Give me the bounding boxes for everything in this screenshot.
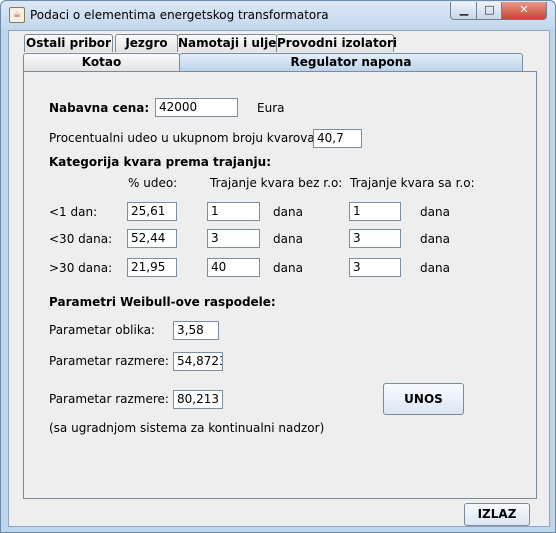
unit-label: dana [273, 261, 303, 275]
nabavna-cena-unit: Eura [257, 101, 285, 115]
izlaz-button[interactable]: IZLAZ [464, 503, 530, 526]
unit-label: dana [273, 232, 303, 246]
sa-ro-input-lt30[interactable]: 3 [349, 229, 401, 248]
tab-kotao[interactable]: Kotao [23, 53, 180, 71]
row-label-gt30: >30 dana: [49, 261, 113, 275]
unit-label: dana [420, 205, 450, 219]
udeo-input-gt30[interactable]: 21,95 [127, 258, 177, 277]
bez-ro-input-gt30[interactable]: 40 [207, 258, 260, 277]
window-title: Podaci o elementima energetskog transfor… [30, 8, 329, 22]
sa-ro-input-lt1[interactable]: 1 [349, 202, 401, 221]
bez-ro-input-lt1[interactable]: 1 [207, 202, 260, 221]
nadzor-note: (sa ugradnjom sistema za kontinualni nad… [49, 421, 325, 435]
col-udeo-header: % udeo: [128, 176, 178, 190]
parametar-oblika-label: Parametar oblika: [49, 323, 155, 337]
maximize-button[interactable]: □ [476, 2, 503, 20]
tab-jezgro[interactable]: Jezgro [115, 34, 178, 52]
parametar-razmere-label: Parametar razmere: [49, 354, 169, 368]
parametar-razmere-nadzor-input[interactable]: 80,213 [173, 390, 223, 409]
tab-provodni-izolatori[interactable]: Provodni izolatori [276, 34, 397, 52]
udeo-kvarova-label: Procentualni udeo u ukupnom broju kvarov… [49, 131, 319, 145]
nabavna-cena-input[interactable]: 42000 [155, 98, 238, 117]
tab-content-panel: Nabavna cena: 42000 Eura Procentualni ud… [23, 71, 537, 499]
parametar-oblika-input[interactable]: 3,58 [173, 321, 219, 340]
bez-ro-input-lt30[interactable]: 3 [207, 229, 260, 248]
row-label-lt1: <1 dan: [49, 205, 98, 219]
nabavna-cena-label: Nabavna cena: [49, 101, 150, 115]
parametar-razmere-input[interactable]: 54,8723 [173, 352, 223, 371]
kategorija-heading: Kategorija kvara prema trajanju: [49, 155, 272, 169]
row-label-lt30: <30 dana: [49, 232, 113, 246]
java-app-icon: ☕ [9, 7, 25, 23]
weibull-heading: Parametri Weibull-ove raspodele: [49, 295, 276, 309]
close-button[interactable]: ✕ [501, 2, 547, 20]
tab-ostali-pribor[interactable]: Ostali pribor [24, 34, 113, 52]
title-bar[interactable]: ☕ Podaci o elementima energetskog transf… [1, 1, 555, 29]
tab-regulator-napona[interactable]: Regulator napona [179, 53, 523, 71]
sa-ro-input-gt30[interactable]: 3 [349, 258, 401, 277]
udeo-input-lt1[interactable]: 25,61 [127, 202, 177, 221]
udeo-input-lt30[interactable]: 52,44 [127, 229, 177, 248]
tab-namotaji-i-ulje[interactable]: Namotaji i ulje [177, 34, 277, 52]
app-window: ☕ Podaci o elementima energetskog transf… [0, 0, 556, 533]
unit-label: dana [420, 261, 450, 275]
client-area: Ostali pribor Jezgro Namotaji i ulje Pro… [8, 30, 550, 527]
minimize-button[interactable]: ▁ [450, 2, 478, 20]
col-bez-ro-header: Trajanje kvara bez r.o: [210, 176, 343, 190]
udeo-kvarova-input[interactable]: 40,7 [313, 129, 362, 148]
unit-label: dana [273, 205, 303, 219]
col-sa-ro-header: Trajanje kvara sa r.o: [350, 176, 475, 190]
parametar-razmere-nadzor-label: Parametar razmere: [49, 392, 169, 406]
unit-label: dana [420, 232, 450, 246]
unos-button[interactable]: UNOS [383, 383, 464, 415]
